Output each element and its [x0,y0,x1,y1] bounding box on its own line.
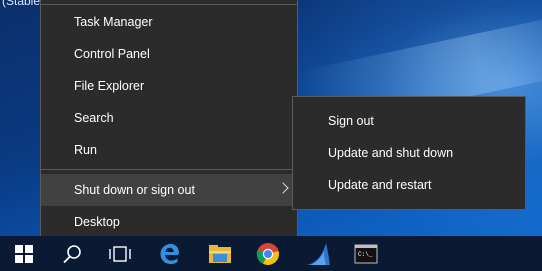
wireshark-icon [306,242,330,265]
submenu-item-sign-out[interactable]: Sign out [293,105,525,137]
task-view-button[interactable] [98,236,142,271]
file-explorer-icon [209,244,231,263]
file-explorer-taskbar-button[interactable] [198,236,242,271]
shutdown-submenu: Sign out Update and shut down Update and… [292,96,526,210]
submenu-item-label: Sign out [328,114,374,128]
edge-taskbar-button[interactable] [148,236,192,271]
svg-text:C:\_: C:\_ [358,251,373,258]
menu-item-search[interactable]: Search [41,102,297,134]
search-icon [63,244,81,263]
search-button[interactable] [50,236,94,271]
desktop-icon-caption[interactable]: (Stable [2,0,40,8]
cmd-taskbar-button[interactable]: C:\_ [344,236,388,271]
menu-item-label: Run [74,143,97,157]
submenu-item-update-and-restart[interactable]: Update and restart [293,169,525,201]
menu-item-label: Control Panel [74,47,150,61]
windows-start-icon [15,244,33,263]
menu-item-task-manager[interactable]: Task Manager [41,6,297,38]
menu-item-control-panel[interactable]: Control Panel [41,38,297,70]
menu-item-run[interactable]: Run [41,134,297,166]
desktop: (Stable Task Manager Control Panel File … [0,0,542,271]
menu-separator [41,4,297,5]
start-button[interactable] [2,236,46,271]
submenu-item-update-and-shut-down[interactable]: Update and shut down [293,137,525,169]
command-prompt-icon: C:\_ [354,244,378,263]
menu-separator [41,169,297,170]
menu-item-label: Desktop [74,215,120,229]
menu-item-shut-down-or-sign-out[interactable]: Shut down or sign out [41,174,297,206]
submenu-item-label: Update and shut down [328,146,454,160]
winx-context-menu: Task Manager Control Panel File Explorer… [40,0,298,246]
chevron-right-icon [277,182,289,194]
menu-item-label: Shut down or sign out [74,183,195,197]
menu-item-desktop[interactable]: Desktop [41,206,297,238]
taskbar: C:\_ [0,236,542,271]
menu-item-label: Search [74,111,114,125]
task-view-icon [109,245,131,262]
chrome-icon [256,242,279,265]
edge-icon [160,243,179,264]
menu-item-label: Task Manager [74,15,153,29]
submenu-item-label: Update and restart [328,178,432,192]
chrome-taskbar-button[interactable] [246,236,290,271]
menu-item-file-explorer[interactable]: File Explorer [41,70,297,102]
wireshark-taskbar-button[interactable] [296,236,340,271]
menu-item-label: File Explorer [74,79,145,93]
